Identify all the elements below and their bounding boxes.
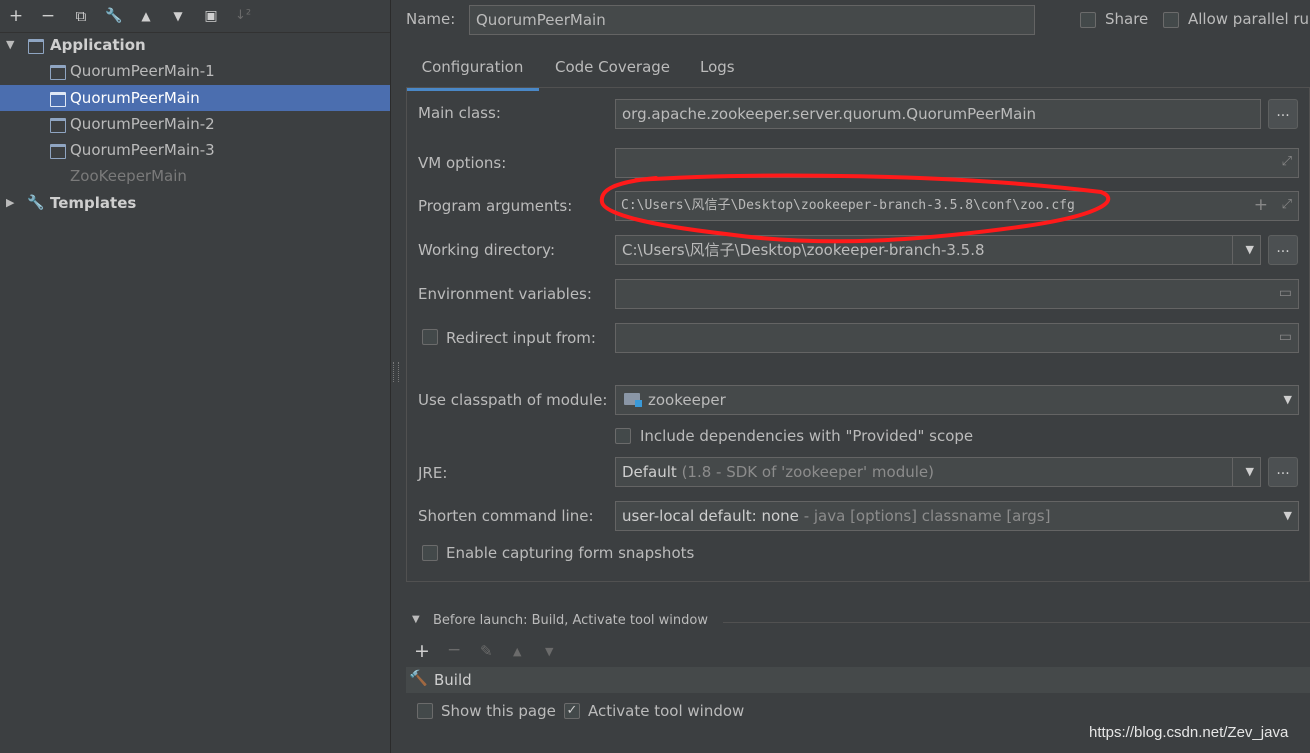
expand-icon[interactable]: ⤢ xyxy=(1282,197,1292,212)
tab-logs[interactable]: Logs xyxy=(700,56,735,88)
application-icon xyxy=(28,39,44,54)
module-badge-icon xyxy=(635,400,642,407)
tree-item-quorumpeermain-3[interactable]: QuorumPeerMain-3 xyxy=(0,137,390,163)
tree-item-zookeepermain[interactable]: ZooKeeperMain xyxy=(0,163,390,189)
application-icon xyxy=(50,65,66,80)
name-input[interactable]: QuorumPeerMain xyxy=(469,5,1035,35)
tree-toolbar: + − ⧉ 🔧 ▲ ▼ ▣ ↓² xyxy=(0,0,390,33)
jre-dropdown[interactable]: Default (1.8 - SDK of 'zookeeper' module… xyxy=(615,457,1261,487)
tree-item-label: QuorumPeerMain xyxy=(70,89,200,107)
redirect-input-checkbox[interactable] xyxy=(422,329,438,345)
include-provided-checkbox[interactable] xyxy=(615,428,631,444)
chevron-down-icon[interactable]: ▼ xyxy=(1284,386,1292,414)
move-down-icon[interactable]: ▼ xyxy=(545,645,553,658)
folder-icon[interactable]: ▭ xyxy=(1279,285,1292,301)
allow-parallel-label: Allow parallel run xyxy=(1188,10,1310,28)
activate-tool-window-checkbox[interactable]: ✓ xyxy=(564,703,580,719)
share-checkbox[interactable] xyxy=(1080,12,1096,28)
sort-icon[interactable]: ↓² xyxy=(232,5,254,27)
chevron-down-icon[interactable]: ▼ xyxy=(1246,458,1254,486)
remove-task-icon[interactable]: − xyxy=(447,640,461,660)
activate-tool-window-label: Activate tool window xyxy=(588,702,745,720)
collapse-arrow-icon[interactable]: ▶ xyxy=(6,190,14,216)
tree-item-label: QuorumPeerMain-1 xyxy=(70,62,215,80)
jre-browse-button[interactable]: ... xyxy=(1268,457,1298,487)
folder-icon[interactable]: ▭ xyxy=(1279,329,1292,345)
redirect-input-field[interactable]: ▭ xyxy=(615,323,1299,353)
environment-variables-input[interactable]: ▭ xyxy=(615,279,1299,309)
task-label: Build xyxy=(434,671,472,689)
snapshots-checkbox[interactable] xyxy=(422,545,438,561)
tree-item-label: QuorumPeerMain-2 xyxy=(70,115,215,133)
jre-label: JRE: xyxy=(418,464,448,482)
show-this-page-label: Show this page xyxy=(441,702,556,720)
tree-item-quorumpeermain[interactable]: QuorumPeerMain xyxy=(0,85,390,111)
folder-icon[interactable]: ▣ xyxy=(200,5,222,27)
add-icon[interactable]: + xyxy=(1254,195,1268,215)
tree-node-label: Application xyxy=(50,36,146,54)
tree-item-quorumpeermain-2[interactable]: QuorumPeerMain-2 xyxy=(0,111,390,137)
hammer-icon: 🔨 xyxy=(409,669,428,687)
run-config-tree-panel: + − ⧉ 🔧 ▲ ▼ ▣ ↓² ▼ Application QuorumPee… xyxy=(0,0,391,753)
task-row-build[interactable]: 🔨 Build xyxy=(406,667,1310,693)
classpath-module-label: Use classpath of module: xyxy=(418,391,608,409)
redirect-input-label: Redirect input from: xyxy=(446,329,596,347)
allow-parallel-checkbox[interactable] xyxy=(1163,12,1179,28)
watermark: https://blog.csdn.net/Zev_java xyxy=(1089,724,1289,741)
snapshots-label: Enable capturing form snapshots xyxy=(446,544,695,562)
expand-arrow-icon[interactable]: ▼ xyxy=(6,32,14,58)
tab-configuration[interactable]: Configuration xyxy=(406,56,539,91)
annotation-ellipse xyxy=(599,173,1111,244)
working-directory-label: Working directory: xyxy=(418,241,556,259)
tree-node-label: Templates xyxy=(50,194,137,212)
include-provided-label: Include dependencies with "Provided" sco… xyxy=(640,427,974,445)
application-icon xyxy=(50,118,66,133)
wrench-icon: 🔧 xyxy=(27,195,45,211)
show-this-page-checkbox[interactable] xyxy=(417,703,433,719)
working-directory-browse-button[interactable]: ... xyxy=(1268,235,1298,265)
tree-item-label: QuorumPeerMain-3 xyxy=(70,141,215,159)
splitter-handle[interactable] xyxy=(393,362,399,382)
copy-icon[interactable]: ⧉ xyxy=(70,5,92,27)
chevron-down-icon[interactable]: ▼ xyxy=(1284,502,1292,530)
tree-item-label: ZooKeeperMain xyxy=(70,167,187,185)
environment-variables-label: Environment variables: xyxy=(418,285,592,303)
share-label: Share xyxy=(1105,10,1149,28)
add-task-icon[interactable]: + xyxy=(414,640,430,662)
classpath-module-dropdown[interactable]: zookeeper ▼ xyxy=(615,385,1299,415)
vm-options-label: VM options: xyxy=(418,154,507,172)
before-launch-divider xyxy=(723,622,1310,623)
main-class-browse-button[interactable]: ... xyxy=(1268,99,1298,129)
collapse-arrow-icon[interactable]: ▼ xyxy=(412,614,420,625)
program-arguments-label: Program arguments: xyxy=(418,197,573,215)
expand-icon[interactable]: ⤢ xyxy=(1282,154,1292,169)
application-icon xyxy=(50,144,66,159)
add-icon[interactable]: + xyxy=(5,5,27,27)
move-up-icon[interactable]: ▲ xyxy=(513,645,521,658)
remove-icon[interactable]: − xyxy=(37,5,59,27)
tree-item-quorumpeermain-1[interactable]: QuorumPeerMain-1 xyxy=(0,58,390,84)
shorten-command-label: Shorten command line: xyxy=(418,507,594,525)
wrench-icon[interactable]: 🔧 xyxy=(103,5,125,27)
tree-node-application[interactable]: ▼ Application xyxy=(0,32,390,58)
shorten-command-dropdown[interactable]: user-local default: none - java [options… xyxy=(615,501,1299,531)
tab-code-coverage[interactable]: Code Coverage xyxy=(555,56,670,88)
tree-node-templates[interactable]: ▶ 🔧 Templates xyxy=(0,190,390,216)
chevron-down-icon[interactable]: ▼ xyxy=(1246,236,1254,264)
move-down-icon[interactable]: ▼ xyxy=(167,5,189,27)
move-up-icon[interactable]: ▲ xyxy=(135,5,157,27)
edit-task-icon[interactable]: ✎ xyxy=(480,642,493,660)
main-class-label: Main class: xyxy=(418,104,501,122)
main-class-input[interactable]: org.apache.zookeeper.server.quorum.Quoru… xyxy=(615,99,1261,129)
name-label: Name: xyxy=(406,10,456,28)
before-launch-title: Before launch: Build, Activate tool wind… xyxy=(433,613,708,628)
application-icon xyxy=(50,92,66,107)
